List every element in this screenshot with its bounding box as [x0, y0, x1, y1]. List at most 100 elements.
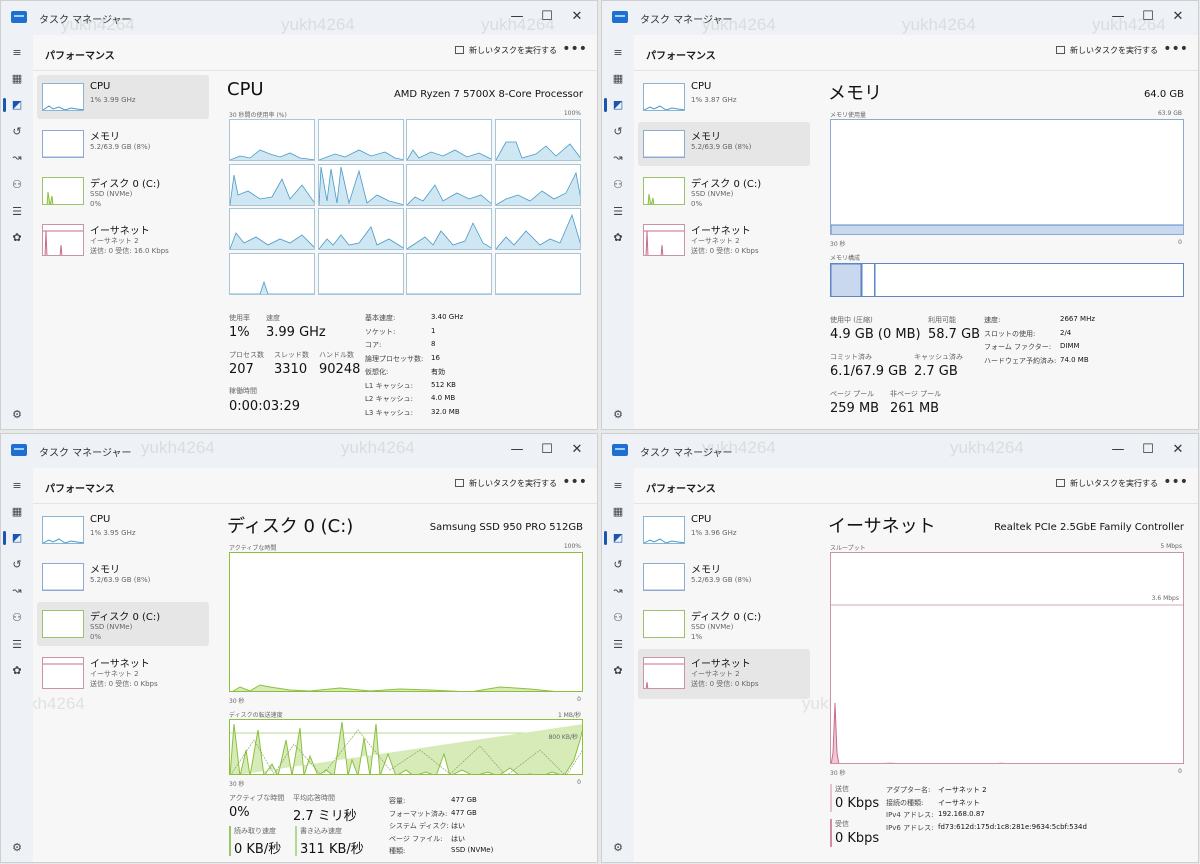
cpu-thumbnail-graph: [42, 516, 84, 544]
run-new-task-button[interactable]: 新しいタスクを実行する: [455, 478, 557, 489]
minimize-button[interactable]: —: [1104, 5, 1132, 29]
more-options-button[interactable]: •••: [1163, 474, 1188, 490]
axis-left-label: 30 秒: [229, 781, 245, 788]
services-icon[interactable]: ✿: [10, 232, 24, 244]
resource-title: メモリ: [828, 83, 882, 104]
page-title: パフォーマンス: [646, 51, 716, 62]
users-icon[interactable]: ⚇: [10, 612, 24, 624]
more-options-button[interactable]: •••: [562, 41, 587, 57]
title-bar[interactable]: タスク マネージャー — ☐ ✕: [1, 434, 597, 468]
usage-label: 使用率: [229, 314, 250, 322]
startup-icon[interactable]: ↝: [10, 152, 24, 164]
close-button[interactable]: ✕: [1164, 438, 1192, 462]
spec-value: 477 GB: [451, 796, 477, 804]
sidebar-item-memory[interactable]: メモリ 5.2/63.9 GB (8%): [638, 122, 810, 166]
maximize-button[interactable]: ☐: [533, 438, 561, 462]
users-icon[interactable]: ⚇: [611, 612, 625, 624]
close-button[interactable]: ✕: [563, 5, 591, 29]
hamburger-icon[interactable]: ≡: [10, 47, 24, 59]
more-options-button[interactable]: •••: [1163, 41, 1188, 57]
details-icon[interactable]: ☰: [10, 206, 24, 218]
graph-caption: アクティブな時間: [229, 545, 277, 552]
performance-icon[interactable]: ◩: [10, 532, 24, 544]
sidebar-item-ethernet[interactable]: イーサネット イーサネット 2 送信: 0 受信: 0 Kbps: [37, 649, 209, 699]
close-button[interactable]: ✕: [563, 438, 591, 462]
performance-icon[interactable]: ◩: [611, 532, 625, 544]
run-task-icon: [1056, 46, 1065, 54]
sidebar-item-ethernet[interactable]: イーサネット イーサネット 2 送信: 0 受信: 0 Kbps: [638, 649, 810, 699]
history-icon[interactable]: ↺: [611, 126, 625, 138]
users-icon[interactable]: ⚇: [611, 179, 625, 191]
run-new-task-button[interactable]: 新しいタスクを実行する: [1056, 478, 1158, 489]
settings-icon[interactable]: ⚙: [10, 842, 24, 854]
maximize-button[interactable]: ☐: [533, 5, 561, 29]
logical-processor-graph: [406, 252, 492, 295]
maximize-button[interactable]: ☐: [1134, 438, 1162, 462]
sidebar-item-cpu[interactable]: CPU 1% 3.87 GHz: [638, 75, 810, 119]
hamburger-icon[interactable]: ≡: [611, 480, 625, 492]
sidebar-item-disk[interactable]: ディスク 0 (C:) SSD (NVMe) 0%: [37, 602, 209, 646]
spec-value: 3.40 GHz: [431, 313, 464, 321]
sidebar-item-cpu[interactable]: CPU 1% 3.96 GHz: [638, 508, 810, 552]
users-icon[interactable]: ⚇: [10, 179, 24, 191]
sidebar-item-detail: 1% 3.95 GHz: [90, 529, 136, 537]
performance-icon[interactable]: ◩: [611, 99, 625, 111]
sidebar-item-detail: SSD (NVMe) 0%: [90, 189, 132, 209]
page-header: パフォーマンス 新しいタスクを実行する •••: [634, 35, 1198, 71]
hamburger-icon[interactable]: ≡: [10, 480, 24, 492]
hamburger-icon[interactable]: ≡: [611, 47, 625, 59]
startup-icon[interactable]: ↝: [611, 585, 625, 597]
settings-icon[interactable]: ⚙: [10, 409, 24, 421]
disk-usage: 0%: [90, 200, 102, 208]
details-icon[interactable]: ☰: [611, 206, 625, 218]
details-icon[interactable]: ☰: [10, 639, 24, 651]
memory-capacity: 64.0 GB: [1143, 89, 1184, 100]
more-options-button[interactable]: •••: [562, 474, 587, 490]
services-icon[interactable]: ✿: [10, 665, 24, 677]
history-icon[interactable]: ↺: [10, 126, 24, 138]
sidebar-item-disk[interactable]: ディスク 0 (C:) SSD (NVMe) 0%: [37, 169, 209, 213]
page-title: パフォーマンス: [45, 484, 115, 495]
sidebar-item-ethernet[interactable]: イーサネット イーサネット 2 送信: 0 受信: 16.0 Kbps: [37, 216, 209, 266]
disk-thumbnail-graph: [42, 610, 84, 638]
minimize-button[interactable]: —: [503, 5, 531, 29]
sidebar-item-disk[interactable]: ディスク 0 (C:) SSD (NVMe) 1%: [638, 602, 810, 646]
app-title: タスク マネージャー: [39, 15, 132, 26]
run-new-task-button[interactable]: 新しいタスクを実行する: [1056, 45, 1158, 56]
details-icon[interactable]: ☰: [611, 639, 625, 651]
performance-icon[interactable]: ◩: [10, 99, 24, 111]
throughput-graph: 3.6 Mbps: [830, 552, 1184, 764]
title-bar[interactable]: タスク マネージャー — ☐ ✕: [602, 1, 1198, 35]
spec-value: 4.0 MB: [431, 394, 456, 402]
processes-icon[interactable]: ▦: [611, 73, 625, 85]
sidebar-item-disk[interactable]: ディスク 0 (C:) SSD (NVMe) 0%: [638, 169, 810, 213]
minimize-button[interactable]: —: [503, 438, 531, 462]
spec-key: 種類:: [389, 847, 406, 855]
processes-icon[interactable]: ▦: [10, 506, 24, 518]
minimize-button[interactable]: —: [1104, 438, 1132, 462]
sidebar-item-memory[interactable]: メモリ 5.2/63.9 GB (8%): [37, 122, 209, 166]
processes-icon[interactable]: ▦: [611, 506, 625, 518]
sidebar-item-cpu[interactable]: CPU 1% 3.95 GHz: [37, 508, 209, 552]
startup-icon[interactable]: ↝: [10, 585, 24, 597]
title-bar[interactable]: タスク マネージャー — ☐ ✕: [602, 434, 1198, 468]
active-indicator: [3, 98, 6, 112]
settings-icon[interactable]: ⚙: [611, 409, 625, 421]
processes-icon[interactable]: ▦: [10, 73, 24, 85]
services-icon[interactable]: ✿: [611, 232, 625, 244]
maximize-button[interactable]: ☐: [1134, 5, 1162, 29]
axis-left-label: 30 秒: [830, 770, 846, 777]
title-bar[interactable]: タスク マネージャー — ☐ ✕: [1, 1, 597, 35]
run-new-task-button[interactable]: 新しいタスクを実行する: [455, 45, 557, 56]
run-task-icon: [455, 46, 464, 54]
startup-icon[interactable]: ↝: [611, 152, 625, 164]
sidebar-item-ethernet[interactable]: イーサネット イーサネット 2 送信: 0 受信: 0 Kbps: [638, 216, 810, 266]
sidebar-item-memory[interactable]: メモリ 5.2/63.9 GB (8%): [638, 555, 810, 599]
history-icon[interactable]: ↺: [611, 559, 625, 571]
services-icon[interactable]: ✿: [611, 665, 625, 677]
close-button[interactable]: ✕: [1164, 5, 1192, 29]
sidebar-item-cpu[interactable]: CPU 1% 3.99 GHz: [37, 75, 209, 119]
settings-icon[interactable]: ⚙: [611, 842, 625, 854]
sidebar-item-memory[interactable]: メモリ 5.2/63.9 GB (8%): [37, 555, 209, 599]
history-icon[interactable]: ↺: [10, 559, 24, 571]
